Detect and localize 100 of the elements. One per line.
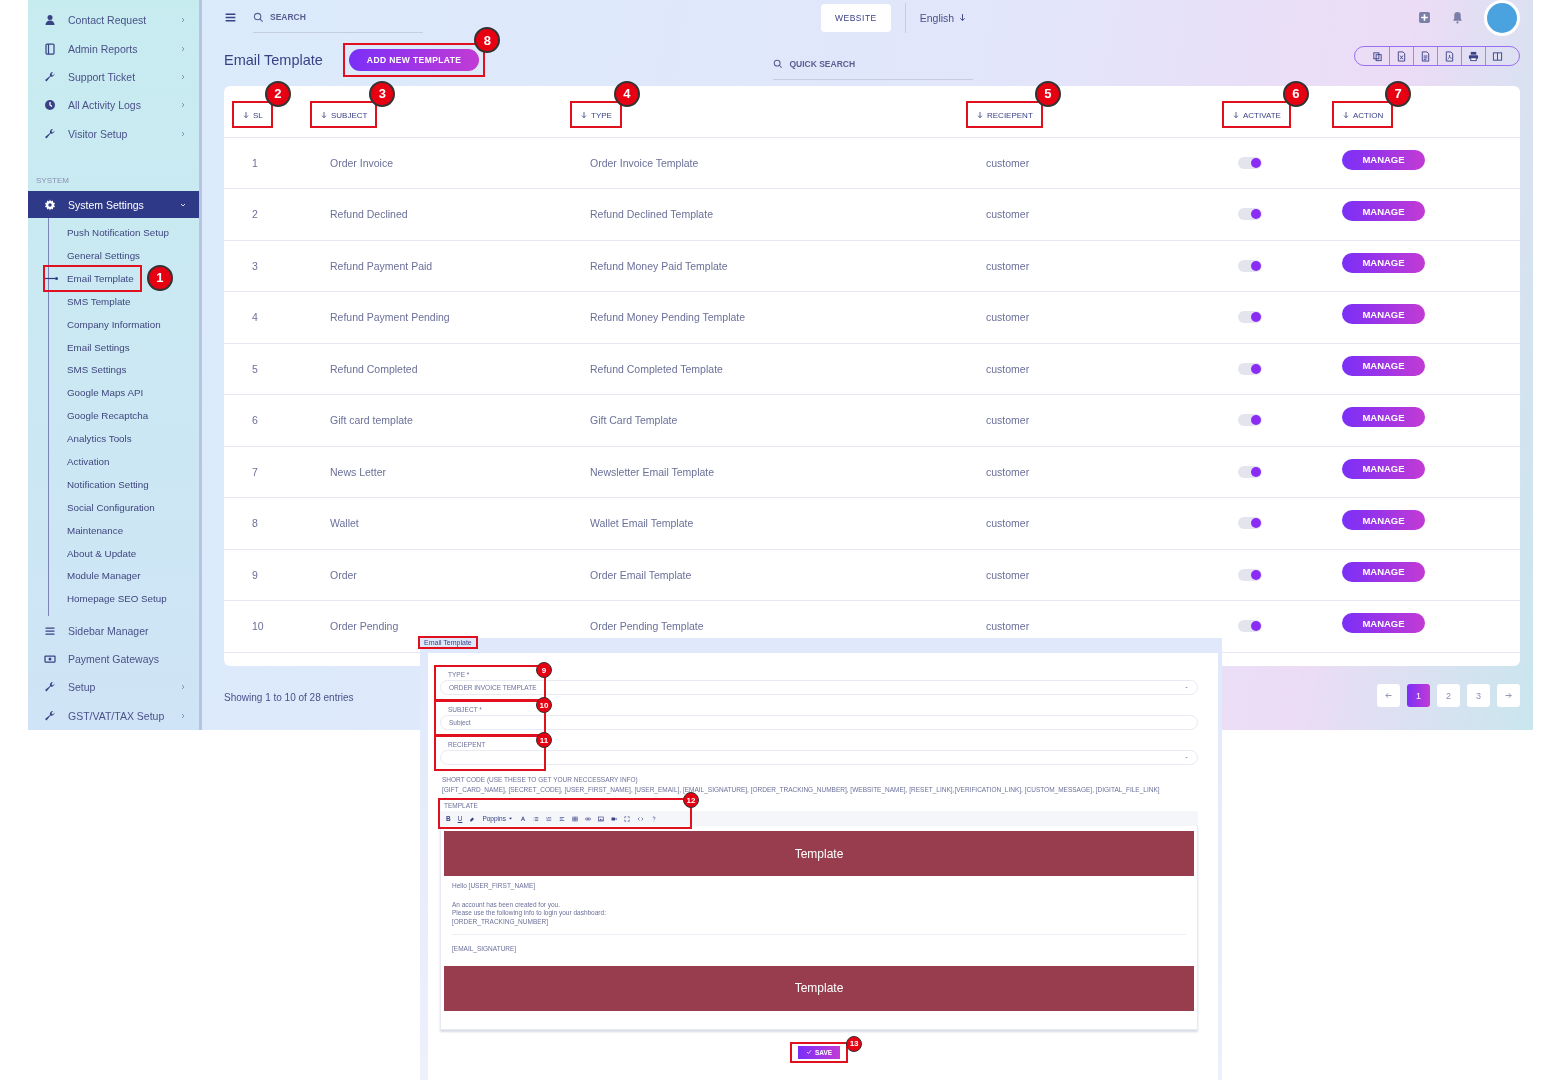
manage-button[interactable]: MANAGE xyxy=(1342,510,1425,531)
table-cell-text: Newsletter Email Template xyxy=(589,465,716,478)
toggle-switch[interactable] xyxy=(1238,517,1262,530)
link-icon xyxy=(584,815,591,822)
sidebar-item-icon xyxy=(44,14,56,27)
submenu-item[interactable]: About & Update xyxy=(49,541,137,565)
toggle-switch[interactable] xyxy=(1238,259,1262,272)
submenu-item[interactable]: Email Settings xyxy=(49,335,130,359)
submenu-item[interactable]: Maintenance xyxy=(49,518,124,542)
table-cell-text: Order Invoice xyxy=(329,156,395,169)
submenu-item[interactable]: Analytics Tools xyxy=(49,427,132,451)
section-label: SYSTEM xyxy=(35,175,70,188)
submenu-item[interactable]: Google Recaptcha xyxy=(49,404,149,428)
template-banner: Template xyxy=(444,831,1194,876)
submenu-item[interactable]: SMS Template xyxy=(49,289,131,313)
template-banner: Template xyxy=(444,965,1194,1011)
text-color-icon xyxy=(519,815,526,822)
manage-button[interactable]: MANAGE xyxy=(1342,458,1425,479)
sort-arrow-icon xyxy=(242,111,250,120)
sidebar-item[interactable]: System Settings xyxy=(28,191,199,219)
sidebar-item-icon xyxy=(44,624,56,637)
toggle-switch[interactable] xyxy=(1238,311,1262,324)
manage-button[interactable]: MANAGE xyxy=(1342,304,1425,325)
toggle-switch[interactable] xyxy=(1238,414,1262,427)
callout-badge: 1 xyxy=(146,264,173,291)
table-cell-text: 7 xyxy=(251,465,259,478)
numbered-list-icon xyxy=(545,815,552,822)
quick-search-field[interactable]: QUICK SEARCH xyxy=(773,48,974,80)
table-cell-text: Wallet Email Template xyxy=(589,517,695,530)
table-cell-text: Refund Money Paid Template xyxy=(589,259,729,272)
submenu-item[interactable]: Module Manager xyxy=(49,564,141,588)
add-template-button[interactable]: ADD NEW TEMPLATE xyxy=(348,49,480,72)
callout-badge: 9 xyxy=(536,662,552,678)
manage-button[interactable]: MANAGE xyxy=(1342,407,1425,428)
caret-icon xyxy=(1184,685,1189,690)
sidebar-item[interactable]: Setup xyxy=(28,673,199,702)
gear-icon xyxy=(44,198,56,211)
search-icon xyxy=(773,58,784,69)
table-cell-text: Refund Completed Template xyxy=(589,362,724,375)
table-cell-text: Order Pending xyxy=(329,620,400,633)
submenu-item[interactable]: Activation xyxy=(49,450,110,473)
manage-button[interactable]: MANAGE xyxy=(1342,201,1425,222)
sidebar-item-icon xyxy=(44,652,56,665)
table-cell-text: 4 xyxy=(251,311,259,324)
toggle-switch[interactable] xyxy=(1238,620,1262,633)
table-cell-text: 8 xyxy=(251,517,259,530)
toggle-switch[interactable] xyxy=(1238,568,1262,581)
video-icon xyxy=(610,815,617,822)
submenu-item[interactable]: SMS Settings xyxy=(49,358,127,382)
search-icon xyxy=(253,11,264,23)
manage-button[interactable]: MANAGE xyxy=(1342,355,1425,376)
submenu-item[interactable]: Google Maps API xyxy=(49,381,144,405)
callout-badge: 10 xyxy=(536,697,552,713)
language-dropdown[interactable]: English xyxy=(904,2,968,33)
table-cell-text: customer xyxy=(985,517,1031,530)
callout-badge: 2 xyxy=(264,80,291,107)
bell-icon xyxy=(1451,11,1464,24)
callout-badge: 7 xyxy=(1385,80,1412,107)
sidebar-item[interactable]: Contact Request xyxy=(28,6,199,35)
eraser-icon xyxy=(469,815,476,822)
submenu-item[interactable]: Email Template xyxy=(45,266,140,290)
submenu-item[interactable]: Push Notification Setup xyxy=(49,221,169,245)
toggle-switch[interactable] xyxy=(1238,362,1262,375)
sidebar-item[interactable]: Sidebar Manager xyxy=(28,616,199,645)
toggle-switch[interactable] xyxy=(1238,465,1262,478)
table-cell-text: 1 xyxy=(251,156,259,169)
avatar[interactable] xyxy=(1484,0,1520,36)
table-cell-text: Order xyxy=(329,568,358,581)
submenu-item[interactable]: Notification Setting xyxy=(49,473,149,496)
website-button[interactable]: WEBSITE xyxy=(821,3,891,32)
page-button[interactable]: 1 xyxy=(1407,684,1430,708)
callout-badge: 6 xyxy=(1282,80,1309,107)
caret-icon xyxy=(1184,755,1189,760)
sort-arrow-icon xyxy=(976,111,984,120)
manage-button[interactable]: MANAGE xyxy=(1342,252,1425,273)
sidebar-item[interactable]: All Activity Logs xyxy=(28,91,199,120)
sidebar-item[interactable]: Payment Gateways xyxy=(28,644,199,674)
submenu-item[interactable]: General Settings xyxy=(49,244,140,267)
chevron-right-icon xyxy=(179,44,187,53)
search-field[interactable]: SEARCH xyxy=(253,2,423,33)
sort-arrow-icon xyxy=(1232,111,1240,120)
arrow-down-icon xyxy=(958,13,968,22)
sidebar-item[interactable]: GST/VAT/TAX Setup xyxy=(28,701,199,730)
plus-square-icon xyxy=(1418,11,1431,24)
sidebar-item[interactable]: Visitor Setup xyxy=(28,119,199,149)
sidebar-item[interactable]: Support Ticket xyxy=(28,62,199,92)
submenu-item[interactable]: Social Configuration xyxy=(49,495,155,519)
submenu-item[interactable]: Company Information xyxy=(49,312,161,336)
manage-button[interactable]: MANAGE xyxy=(1342,613,1425,634)
callout-badge: 4 xyxy=(613,80,640,107)
manage-button[interactable]: MANAGE xyxy=(1342,561,1425,582)
callout-badge: 8 xyxy=(474,27,501,54)
table-cell-text: customer xyxy=(985,362,1031,375)
toggle-switch[interactable] xyxy=(1238,156,1262,169)
manage-button[interactable]: MANAGE xyxy=(1342,149,1425,170)
submenu-item[interactable]: Homepage SEO Setup xyxy=(49,587,167,611)
arrow-right-icon xyxy=(1504,691,1513,701)
toggle-switch[interactable] xyxy=(1238,208,1262,221)
sidebar-item-icon xyxy=(44,42,56,55)
sidebar-item[interactable]: Admin Reports xyxy=(28,34,199,63)
